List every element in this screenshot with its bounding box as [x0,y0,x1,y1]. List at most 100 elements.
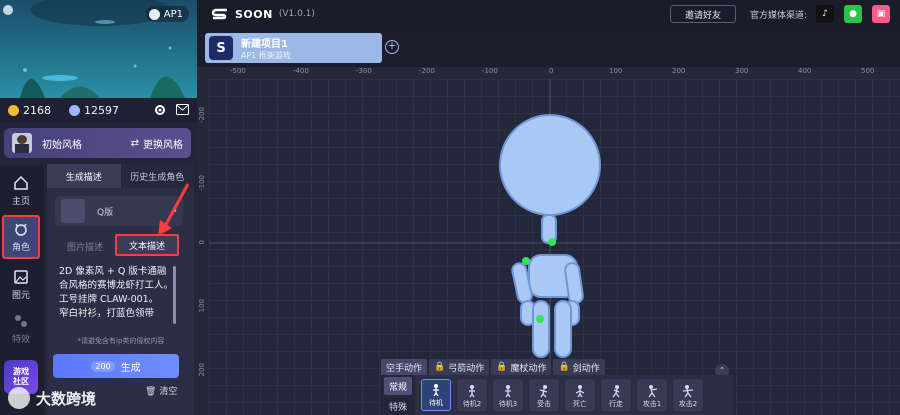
lock-icon: 🔒 [496,362,508,372]
action-idle-3[interactable]: 待机3 [493,379,523,411]
action-hit[interactable]: 受击 [529,379,559,411]
ruler-tick: -300 [356,67,372,75]
ruler-tick: -100 [198,175,206,191]
category-special[interactable]: 特殊 [384,397,412,415]
figure-icon [575,385,585,398]
watermark: 大数跨境 [8,385,96,411]
add-project-button[interactable]: + [385,40,399,54]
category-normal[interactable]: 常规 [384,377,412,395]
action-label: 攻击1 [642,400,662,408]
image-icon [14,270,28,284]
version-thumbnail [61,199,85,223]
app-version: (V1.0.1) [278,9,315,19]
action-death[interactable]: 死亡 [565,379,595,411]
version-label: Q版 [97,207,114,218]
ruler-tick: 0 [549,67,554,75]
mail-icon[interactable] [176,104,189,115]
wechat-icon[interactable]: ● [844,5,862,23]
description-scrollbar[interactable] [173,266,176,324]
change-style-button[interactable]: 更换风格 [143,136,183,151]
community-label: 游戏 社区 [13,367,29,386]
tab-unarmed[interactable]: 空手动作 [381,359,428,375]
nav-elements[interactable]: 图元 [2,263,40,307]
figure-icon [433,384,439,397]
nav-home-label: 主页 [11,197,30,207]
project-title: 新建项目1 [241,39,288,50]
trash-icon: 🗑 [145,387,157,397]
action-bar: 常规 特殊 待机 待机2 待机3 受击 死亡 行走 攻击1 攻击2 [381,375,733,415]
tab-wand[interactable]: 🔒 魔杖动作 [491,359,552,375]
settings-icon[interactable] [154,104,166,116]
soon-logo-icon [211,8,227,20]
xiaohongshu-icon[interactable]: ▣ [872,5,890,23]
tab-unarmed-label: 空手动作 [386,363,423,374]
nav-character[interactable]: 角色 [2,215,40,259]
effects-icon [15,315,27,327]
generate-button[interactable]: 200 生成 [53,354,179,378]
ruler-tick: 400 [798,67,812,75]
action-attack-1[interactable]: 攻击1 [637,379,667,411]
api-icon [148,8,160,20]
gem-count: 12597 [84,103,119,117]
brand-name: SOON [235,7,273,21]
generate-cost: 200 [91,360,115,372]
tab-wand-label: 魔杖动作 [510,363,547,374]
tiktok-icon[interactable]: ♪ [816,5,834,23]
coin-icon [8,104,19,116]
action-label: 待机3 [498,400,518,408]
action-label: 死亡 [573,400,587,408]
clear-label: 清空 [159,387,178,397]
watermark-text: 大数跨境 [36,389,97,408]
home-icon [14,175,28,190]
nav-character-label: 角色 [11,243,30,253]
nav-effects[interactable]: 特效 [2,307,40,351]
figure-icon [469,385,475,398]
invite-friends-button[interactable]: 邀请好友 [670,5,736,23]
tab-description[interactable]: 生成描述 [47,164,121,188]
tab-bow[interactable]: 🔒 弓箭动作 [429,359,490,375]
ruler-tick: -400 [293,67,309,75]
style-card[interactable]: 初始风格 ⇄ 更换风格 [4,128,191,158]
ruler-vertical: -200 -100 0 100 200 [197,67,209,415]
action-walk[interactable]: 行走 [601,379,631,411]
ruler-tick: -100 [482,67,498,75]
ruler-tick: 100 [198,299,206,313]
ruler-tick: 300 [735,67,749,75]
character-icon [15,223,27,236]
lock-icon: 🔒 [434,362,446,372]
action-label: 待机2 [462,400,482,408]
generate-label: 生成 [120,362,141,374]
ruler-tick: -500 [230,67,246,75]
lock-icon: 🔒 [558,362,570,372]
mode-image-description[interactable]: 图片描述 [55,236,115,256]
coin-count: 2168 [23,103,51,117]
description-input[interactable]: 2D 像素风 + Q 版卡通融合风格的赛博龙虾打工人。 工号挂牌 CLAW-00… [55,262,177,334]
api-chip[interactable]: AP1 [145,6,189,22]
nav-home[interactable]: 主页 [2,169,40,213]
action-attack-2[interactable]: 攻击2 [673,379,703,411]
action-tabs: 空手动作 🔒 弓箭动作 🔒 魔杖动作 🔒 剑动作 [381,359,605,375]
character-figure[interactable] [499,114,601,358]
action-categories: 常规 特殊 [381,375,415,415]
ruler-tick: -200 [198,107,206,123]
style-name: 初始风格 [42,139,82,151]
action-label: 待机 [429,399,443,407]
tab-sword[interactable]: 🔒 剑动作 [553,359,605,375]
clear-button[interactable]: 🗑 清空 [145,384,177,397]
tab-bow-label: 弓箭动作 [448,363,485,374]
watermark-logo-icon [8,387,30,409]
action-label: 攻击2 [678,400,698,408]
annotation-arrow [158,183,190,236]
nav-effects-label: 特效 [11,335,30,345]
currency-bar: 2168 12597 [0,98,197,122]
project-subtitle: AP1 框架游戏 [241,51,291,60]
project-tab[interactable]: S 新建项目1 AP1 框架游戏 [205,33,382,63]
action-idle[interactable]: 待机 [421,379,451,411]
nav-elements-label: 图元 [11,291,30,301]
api-chip-label: AP1 [163,8,183,20]
description-text: 2D 像素风 + Q 版卡通融合风格的赛博龙虾打工人。 工号挂牌 CLAW-00… [59,266,174,319]
figure-icon [648,385,658,398]
ruler-tick: 500 [861,67,875,75]
action-idle-2[interactable]: 待机2 [457,379,487,411]
figure-icon [539,385,548,398]
